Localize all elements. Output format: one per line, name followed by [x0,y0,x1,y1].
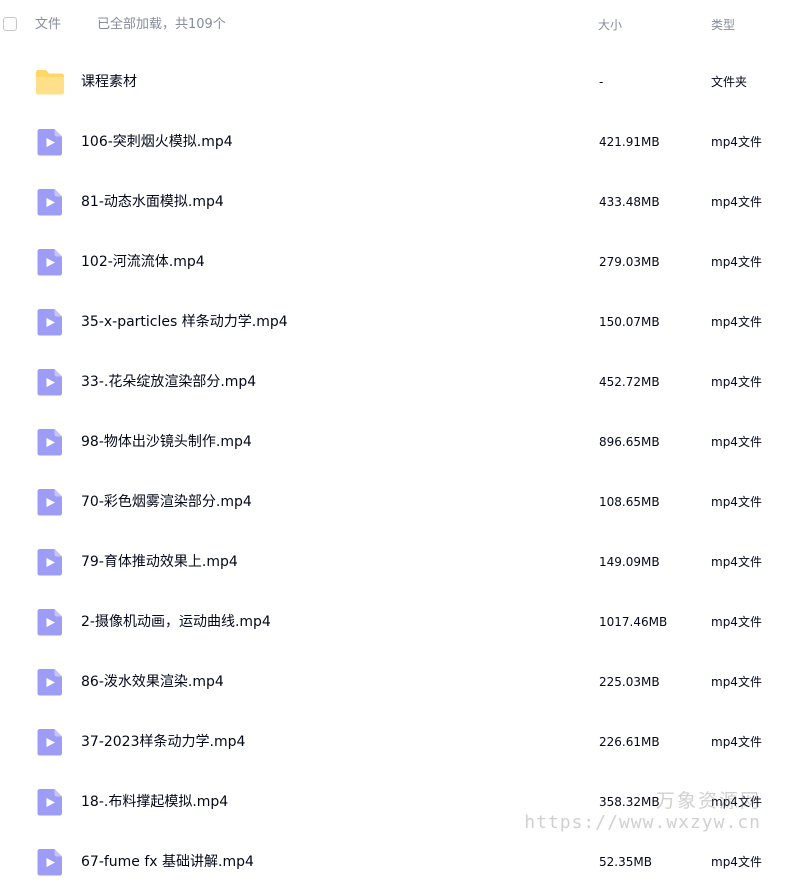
file-size: 108.65MB [599,495,660,509]
file-name[interactable]: 33-.花朵绽放渲染部分.mp4 [81,373,256,391]
file-row[interactable]: 79-育体推动效果上.mp4 149.09MB mp4文件 [0,532,791,592]
file-name[interactable]: 79-育体推动效果上.mp4 [81,553,238,571]
video-file-icon [35,367,65,397]
file-row[interactable]: 35-x-particles 样条动力学.mp4 150.07MB mp4文件 [0,292,791,352]
file-size: 421.91MB [599,135,660,149]
file-size: 52.35MB [599,855,652,869]
video-file-icon [35,667,65,697]
file-row[interactable]: 67-fume fx 基础讲解.mp4 52.35MB mp4文件 [0,832,791,892]
file-type: mp4文件 [711,495,762,509]
file-size: 452.72MB [599,375,660,389]
file-name[interactable]: 2-摄像机动画，运动曲线.mp4 [81,613,271,631]
select-all-checkbox[interactable] [3,17,17,31]
file-type: mp4文件 [711,735,762,749]
file-name[interactable]: 35-x-particles 样条动力学.mp4 [81,313,288,331]
file-type: mp4文件 [711,435,762,449]
file-name[interactable]: 106-突刺烟火模拟.mp4 [81,133,233,151]
file-type: mp4文件 [711,555,762,569]
video-file-icon [35,607,65,637]
file-type: 文件夹 [711,75,748,89]
file-row[interactable]: 2-摄像机动画，运动曲线.mp4 1017.46MB mp4文件 [0,592,791,652]
column-header-file[interactable]: 文件 [35,17,61,33]
file-name[interactable]: 102-河流流体.mp4 [81,253,205,271]
file-size: 226.61MB [599,735,660,749]
file-size: 433.48MB [599,195,660,209]
file-size: - [599,75,604,89]
file-type: mp4文件 [711,135,762,149]
video-file-icon [35,727,65,757]
file-type: mp4文件 [711,615,762,629]
file-list: 课程素材 - 文件夹 106-突刺烟火模拟.mp4 421.91MB mp4文件 81-动态… [0,52,791,892]
video-file-icon [35,487,65,517]
video-file-icon [35,187,65,217]
file-name[interactable]: 18-.布料撑起模拟.mp4 [81,793,228,811]
file-row[interactable]: 86-泼水效果渲染.mp4 225.03MB mp4文件 [0,652,791,712]
file-type: mp4文件 [711,375,762,389]
file-type: mp4文件 [711,855,762,869]
video-file-icon [35,787,65,817]
file-row[interactable]: 70-彩色烟雾渲染部分.mp4 108.65MB mp4文件 [0,472,791,532]
file-name[interactable]: 86-泼水效果渲染.mp4 [81,673,224,691]
file-row[interactable]: 18-.布料撑起模拟.mp4 358.32MB mp4文件 [0,772,791,832]
file-row[interactable]: 37-2023样条动力学.mp4 226.61MB mp4文件 [0,712,791,772]
file-size: 896.65MB [599,435,660,449]
column-header-type[interactable]: 类型 [711,17,735,33]
file-size: 149.09MB [599,555,660,569]
file-size: 1017.46MB [599,615,668,629]
file-row[interactable]: 102-河流流体.mp4 279.03MB mp4文件 [0,232,791,292]
file-list-header: 文件 已全部加载，共109个 大小 类型 [0,0,791,52]
file-size: 358.32MB [599,795,660,809]
file-row[interactable]: 81-动态水面模拟.mp4 433.48MB mp4文件 [0,172,791,232]
file-row[interactable]: 课程素材 - 文件夹 [0,52,791,112]
video-file-icon [35,547,65,577]
file-type: mp4文件 [711,255,762,269]
video-file-icon [35,127,65,157]
file-name[interactable]: 81-动态水面模拟.mp4 [81,193,224,211]
file-type: mp4文件 [711,315,762,329]
file-row[interactable]: 98-物体出沙镜头制作.mp4 896.65MB mp4文件 [0,412,791,472]
file-name[interactable]: 课程素材 [81,73,137,91]
file-type: mp4文件 [711,675,762,689]
video-file-icon [35,847,65,877]
file-type: mp4文件 [711,195,762,209]
load-status: 已全部加载，共109个 [97,17,226,32]
file-size: 150.07MB [599,315,660,329]
file-row[interactable]: 106-突刺烟火模拟.mp4 421.91MB mp4文件 [0,112,791,172]
file-name[interactable]: 70-彩色烟雾渲染部分.mp4 [81,493,252,511]
video-file-icon [35,307,65,337]
folder-icon [35,67,65,97]
file-size: 225.03MB [599,675,660,689]
file-row[interactable]: 33-.花朵绽放渲染部分.mp4 452.72MB mp4文件 [0,352,791,412]
video-file-icon [35,427,65,457]
file-size: 279.03MB [599,255,660,269]
file-name[interactable]: 98-物体出沙镜头制作.mp4 [81,433,252,451]
file-name[interactable]: 37-2023样条动力学.mp4 [81,733,245,751]
video-file-icon [35,247,65,277]
file-name[interactable]: 67-fume fx 基础讲解.mp4 [81,853,254,871]
file-type: mp4文件 [711,795,762,809]
column-header-size[interactable]: 大小 [598,17,622,33]
